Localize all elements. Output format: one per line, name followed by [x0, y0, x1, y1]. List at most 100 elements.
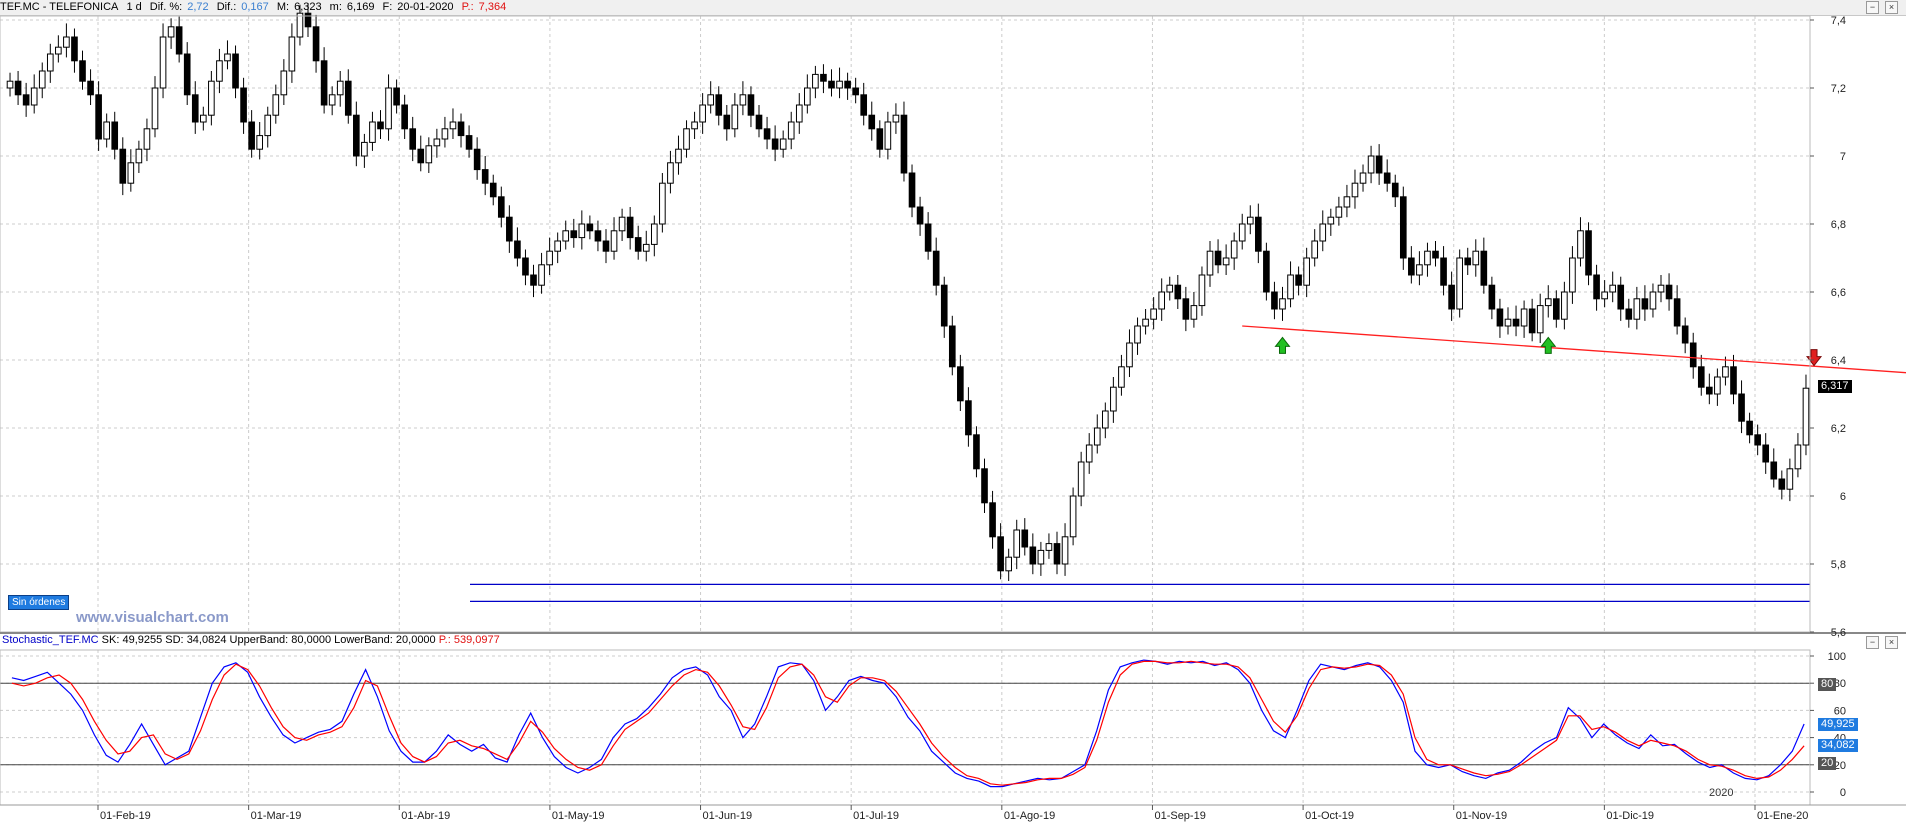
candle-body	[1230, 240, 1238, 259]
candle-body	[1279, 298, 1286, 310]
month-label: 01-Mar-19	[251, 810, 302, 822]
upper-label: UpperBand:	[229, 634, 289, 646]
candle-body	[457, 121, 465, 137]
candle-body	[1053, 543, 1061, 565]
price-tick-label: 7,4	[1831, 15, 1846, 27]
candle-body	[1762, 444, 1770, 463]
sk-tag: 49,925	[1818, 718, 1858, 731]
indicator-close-button[interactable]: ×	[1885, 636, 1898, 649]
candle-body	[554, 240, 561, 252]
candle-body	[103, 121, 110, 140]
candle-body	[1246, 216, 1254, 225]
candle-body	[1416, 264, 1423, 276]
indicator-minimize-button[interactable]: −	[1866, 636, 1879, 649]
candle-body	[361, 141, 368, 157]
candle-body	[683, 128, 690, 150]
candle-body	[87, 80, 94, 96]
candle-body	[312, 26, 320, 62]
price-tick-label: 7,2	[1831, 83, 1846, 95]
price-tick-label: 6,6	[1831, 287, 1846, 299]
candle-body	[111, 121, 119, 150]
candle-body	[1214, 250, 1222, 266]
candle-body	[1198, 274, 1206, 307]
candle-body	[1110, 386, 1117, 412]
candle-body	[191, 94, 199, 123]
candle-body	[908, 172, 916, 208]
candle-body	[336, 80, 344, 96]
candle-body	[779, 138, 787, 150]
candle-body	[1673, 298, 1681, 327]
candle-body	[892, 114, 900, 123]
candle-body	[1520, 308, 1528, 327]
candle-body	[618, 216, 626, 232]
candle-body	[538, 264, 545, 286]
candle-body	[659, 182, 666, 225]
candle-body	[1255, 216, 1262, 252]
candle-body	[1778, 478, 1786, 490]
candle-body	[465, 135, 473, 150]
month-label: 01-Jun-19	[703, 810, 753, 822]
candle-body	[1327, 216, 1335, 225]
osc-p-value: 539,0977	[453, 634, 500, 646]
candle-body	[626, 216, 634, 239]
buy-signal-arrow-icon	[1274, 336, 1291, 354]
candle-body	[1263, 250, 1270, 293]
oscillator-panel-frame	[0, 649, 1811, 806]
candle-body	[860, 94, 868, 116]
candle-body	[1238, 223, 1246, 242]
candle-body	[948, 325, 956, 368]
candle-body	[1544, 298, 1552, 307]
candle-body	[1625, 308, 1633, 320]
lower-band-tag: 20	[1818, 757, 1837, 770]
candle-body	[441, 128, 449, 140]
candle-body	[296, 12, 304, 38]
candle-body	[787, 121, 795, 140]
candle-body	[997, 536, 1004, 572]
month-label: 01-Feb-19	[100, 810, 151, 822]
candle-body	[1770, 461, 1778, 480]
candle-body	[1222, 257, 1230, 266]
sd-tag: 34,082	[1818, 739, 1858, 752]
candle-body	[1706, 386, 1713, 395]
candle-body	[55, 46, 62, 55]
candle-body	[1722, 366, 1729, 378]
upper-band-tag: 80	[1818, 678, 1837, 691]
candle-body	[71, 36, 78, 62]
month-label: 01-Abr-19	[401, 810, 450, 822]
candle-body	[610, 230, 618, 252]
candle-body	[481, 169, 489, 184]
chart-canvas[interactable]: 7,47,276,86,66,46,265,85,610080604020001…	[0, 0, 1906, 823]
candle-body	[1375, 155, 1383, 174]
candle-body	[240, 87, 247, 123]
candle-body	[46, 53, 54, 72]
candle-body	[248, 121, 255, 150]
candle-body	[522, 257, 529, 276]
candle-body	[1754, 434, 1761, 446]
candle-body	[594, 230, 602, 242]
candle-body	[280, 70, 288, 96]
month-label: 01-Dic-19	[1606, 810, 1654, 822]
candle-body	[1118, 366, 1125, 388]
watermark: www.visualchart.com	[76, 609, 229, 626]
candle-body	[393, 87, 400, 106]
candle-body	[385, 87, 392, 130]
price-tick-label: 6,8	[1831, 219, 1846, 231]
candle-body	[981, 468, 988, 504]
candle-body	[1182, 298, 1190, 320]
candle-body	[1367, 155, 1375, 174]
candle-body	[916, 206, 924, 225]
candle-body	[175, 26, 183, 55]
candle-body	[876, 128, 884, 150]
candle-body	[497, 196, 505, 218]
candle-body	[1552, 298, 1560, 320]
candle-body	[22, 94, 30, 106]
candle-body	[1069, 495, 1077, 538]
candle-body	[852, 87, 859, 96]
sell-signal-arrow-icon	[1806, 349, 1823, 367]
trendline	[1242, 325, 1906, 374]
orders-badge[interactable]: Sin órdenes	[8, 595, 70, 610]
month-label: 01-Sep-19	[1154, 810, 1205, 822]
candle-body	[973, 434, 980, 470]
candle-body	[1794, 444, 1802, 470]
candle-body	[304, 12, 312, 28]
